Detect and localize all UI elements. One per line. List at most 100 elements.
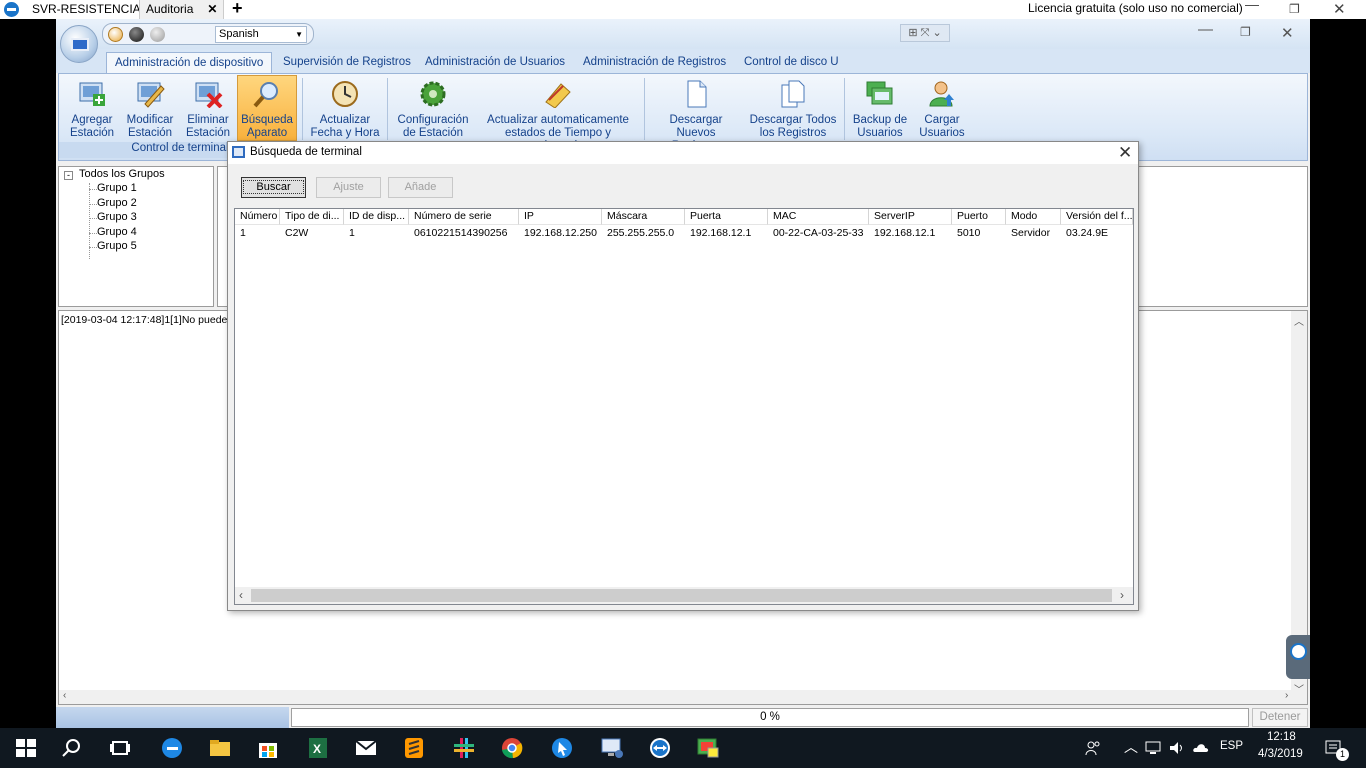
gear-icon — [420, 81, 446, 107]
column-header[interactable]: Modo — [1006, 209, 1061, 225]
chrome-icon[interactable] — [500, 736, 524, 760]
language-select[interactable]: Spanish ▼ — [215, 26, 307, 43]
skin-orange-icon[interactable] — [108, 27, 123, 42]
edge-icon[interactable] — [160, 736, 184, 760]
skin-silver-icon[interactable] — [150, 27, 165, 42]
close-session-icon[interactable]: ✕ — [1333, 0, 1346, 18]
network-icon[interactable] — [1144, 740, 1162, 756]
add-tab-icon[interactable]: + — [232, 0, 243, 19]
minimize-icon[interactable]: — — [1245, 0, 1259, 12]
app-restore-icon[interactable]: ❐ — [1240, 25, 1251, 39]
column-header[interactable]: Número — [235, 209, 280, 225]
column-header[interactable]: Versión del f... — [1061, 209, 1133, 225]
download-new-records-button[interactable]: DescargarNuevos Registros — [651, 76, 741, 152]
column-header[interactable]: Tipo de di... — [280, 209, 344, 225]
backup-users-line1: Backup de — [852, 114, 908, 126]
grid-horizontal-scrollbar[interactable]: ‹ › — [235, 587, 1133, 604]
app-minimize-icon[interactable]: — — [1198, 21, 1213, 38]
column-header[interactable]: IP — [519, 209, 602, 225]
task-view-icon[interactable] — [108, 736, 132, 760]
mail-icon[interactable] — [354, 736, 378, 760]
input-language[interactable]: ESP — [1220, 740, 1243, 752]
tree-line — [89, 204, 97, 205]
table-cell: 192.168.12.250 — [524, 227, 597, 239]
scroll-left-icon[interactable]: ‹ — [239, 588, 243, 602]
search-device-button[interactable]: Búsqueda Aparato — [237, 75, 297, 141]
column-header[interactable]: Número de serie — [409, 209, 519, 225]
teamviewer-panel-tab[interactable] — [1286, 635, 1310, 679]
backup-users-icon — [866, 81, 893, 105]
attendance-app-icon[interactable] — [696, 736, 720, 760]
app-menu-button[interactable] — [60, 25, 98, 63]
delete-station-button[interactable]: Eliminar Estación — [179, 76, 237, 140]
log-horizontal-scrollbar[interactable]: ‹ › — [59, 690, 1307, 704]
slack-icon[interactable] — [452, 736, 476, 760]
sublime-text-icon[interactable] — [402, 736, 426, 760]
tab-record-supervision[interactable]: Supervisión de Registros — [275, 52, 419, 73]
stop-button[interactable]: Detener — [1252, 708, 1308, 727]
app-close-icon[interactable]: ✕ — [1281, 24, 1294, 42]
station-config-button[interactable]: Configuración de Estación — [395, 76, 471, 140]
edit-station-icon — [137, 82, 165, 108]
add-button[interactable]: Añade — [388, 177, 453, 198]
tree-item-group-3[interactable]: Grupo 3 — [97, 211, 137, 223]
column-header[interactable]: ServerIP — [869, 209, 952, 225]
remote-desktop-icon[interactable] — [600, 736, 624, 760]
tab-record-admin[interactable]: Administración de Registros — [575, 52, 734, 73]
file-explorer-icon[interactable] — [208, 736, 232, 760]
tab-usb-control[interactable]: Control de disco U — [736, 52, 847, 73]
table-cell: 0610221514390256 — [414, 227, 508, 239]
auto-update-status-button[interactable]: Actualizar automaticamente estados de Tie… — [479, 76, 637, 152]
tab-user-admin[interactable]: Administración de Usuarios — [417, 52, 573, 73]
clock-time[interactable]: 12:18 — [1267, 731, 1296, 743]
scroll-right-icon[interactable]: › — [1285, 690, 1288, 701]
column-header[interactable]: Máscara — [602, 209, 685, 225]
upload-users-button[interactable]: Cargar Usuarios — [915, 76, 969, 140]
clock-date[interactable]: 4/3/2019 — [1258, 748, 1303, 760]
title-extra-controls[interactable]: ⊞ ⤧ ⌄ — [900, 24, 950, 42]
update-datetime-button[interactable]: Actualizar Fecha y Hora — [309, 76, 381, 140]
scrollbar-thumb[interactable] — [251, 589, 1112, 602]
search-icon[interactable] — [60, 736, 84, 760]
tree-item-group-1[interactable]: Grupo 1 — [97, 182, 137, 194]
column-header[interactable]: Puerta — [685, 209, 768, 225]
browser-pointer-icon[interactable] — [550, 736, 574, 760]
teamviewer-icon[interactable] — [648, 736, 672, 760]
skin-black-icon[interactable] — [129, 27, 144, 42]
log-line: [2019-03-04 12:17:48]1[1]No puede es — [61, 314, 242, 326]
title-bar: Spanish ▼ ⊞ ⤧ ⌄ — ❐ ✕ — [56, 19, 1310, 49]
close-tab-icon[interactable]: ✕ — [207, 2, 217, 16]
tree-item-group-2[interactable]: Grupo 2 — [97, 197, 137, 209]
adjust-button[interactable]: Ajuste — [316, 177, 381, 198]
chevron-up-icon[interactable]: ︿ — [1124, 737, 1138, 757]
onedrive-icon[interactable] — [1192, 740, 1210, 756]
volume-icon[interactable] — [1168, 740, 1186, 756]
collapse-icon[interactable]: - — [64, 171, 73, 180]
tab-device-admin[interactable]: Administración de dispositivo — [106, 52, 273, 73]
search-button[interactable]: Buscar — [241, 177, 306, 198]
scroll-up-icon[interactable]: ︿ — [1294, 313, 1304, 328]
download-all-records-button[interactable]: Descargar Todos los Registros — [747, 76, 839, 140]
excel-icon[interactable]: X — [306, 736, 330, 760]
scroll-left-icon[interactable]: ‹ — [63, 690, 66, 701]
add-station-button[interactable]: Agregar Estación — [63, 76, 121, 140]
tree-item-group-4[interactable]: Grupo 4 — [97, 226, 137, 238]
quick-access-toolbar: Spanish ▼ — [102, 23, 314, 45]
tree-root[interactable]: Todos los Grupos — [79, 168, 165, 180]
backup-users-button[interactable]: Backup de Usuarios — [849, 76, 911, 140]
edit-station-line1: Modificar — [126, 114, 174, 126]
session-tab-auditoria[interactable]: Auditoria ✕ — [139, 0, 225, 19]
people-icon[interactable] — [1084, 739, 1102, 757]
session-tab-svr[interactable]: SVR-RESISTENCIA — [26, 0, 147, 19]
restore-icon[interactable]: ❐ — [1289, 2, 1300, 16]
column-header[interactable]: ID de disp... — [344, 209, 409, 225]
column-header[interactable]: Puerto — [952, 209, 1006, 225]
edit-station-button[interactable]: Modificar Estación — [121, 76, 179, 140]
dialog-close-icon[interactable]: ✕ — [1118, 143, 1132, 163]
tree-item-group-5[interactable]: Grupo 5 — [97, 240, 137, 252]
scroll-right-icon[interactable]: › — [1120, 588, 1124, 602]
column-header[interactable]: MAC — [768, 209, 869, 225]
windows-start-icon[interactable] — [14, 736, 38, 760]
store-icon[interactable] — [256, 736, 280, 760]
progress-bar: 0 % — [291, 708, 1249, 727]
